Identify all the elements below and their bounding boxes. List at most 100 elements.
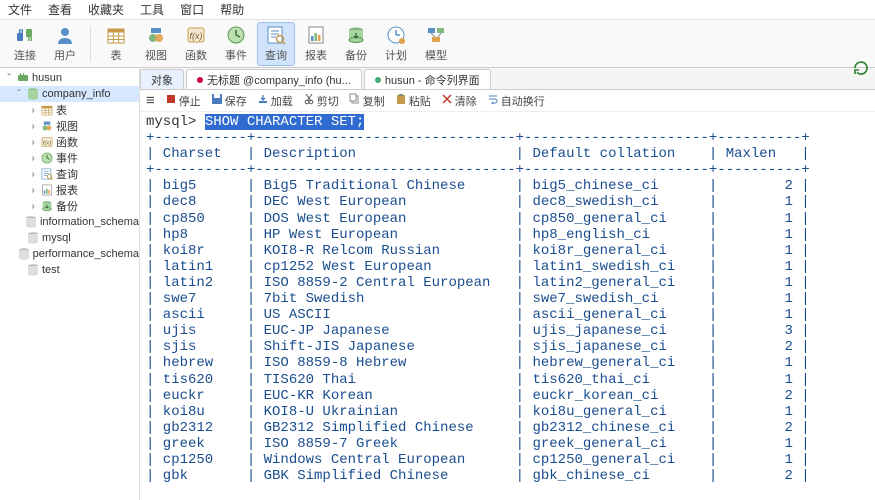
tree-label: 事件 — [56, 150, 78, 166]
toolbar-query-button[interactable]: 查询 — [257, 22, 295, 66]
tree-icon — [26, 87, 40, 101]
toolbar-label: 连接 — [14, 47, 36, 63]
tree-label: 表 — [56, 102, 67, 118]
expand-icon[interactable]: › — [28, 121, 38, 132]
paste-icon — [395, 93, 407, 108]
tree-icon — [17, 247, 31, 261]
action-load[interactable]: 加载 — [257, 93, 293, 109]
tree-icon — [24, 215, 38, 229]
expand-icon[interactable]: › — [28, 185, 38, 196]
report-icon — [305, 24, 327, 46]
expand-icon[interactable]: › — [28, 153, 38, 164]
tree-db-test[interactable]: test — [0, 262, 139, 278]
menu-工具[interactable]: 工具 — [140, 1, 164, 18]
action-copy[interactable]: 复制 — [349, 93, 385, 109]
action-save[interactable]: 保存 — [211, 93, 247, 109]
tree-icon — [40, 183, 54, 197]
action-clear[interactable]: 清除 — [441, 93, 477, 109]
tab-0[interactable]: 对象 — [140, 69, 184, 89]
tree-db-mysql[interactable]: mysql — [0, 230, 139, 246]
action-label: 清除 — [455, 93, 477, 109]
tree-db-information_schema[interactable]: information_schema — [0, 214, 139, 230]
tree-label: performance_schema — [33, 248, 139, 260]
tree-label: company_info — [42, 88, 111, 100]
menu-窗口[interactable]: 窗口 — [180, 1, 204, 18]
tab-2[interactable]: husun - 命令列界面 — [364, 69, 491, 89]
toolbar-separator — [90, 26, 91, 62]
action-cut[interactable]: 剪切 — [303, 93, 339, 109]
load-icon — [257, 93, 269, 108]
tab-label: husun - 命令列界面 — [385, 72, 480, 88]
view-icon — [145, 24, 167, 46]
model-icon — [425, 24, 447, 46]
expand-icon[interactable]: › — [28, 169, 38, 180]
menu-收藏夹[interactable]: 收藏夹 — [88, 1, 124, 18]
tree-db-performance_schema[interactable]: performance_schema — [0, 246, 139, 262]
tree-connection[interactable]: ˇhusun — [0, 70, 139, 86]
tree-icon — [40, 103, 54, 117]
backup-icon — [345, 24, 367, 46]
expand-icon[interactable]: › — [28, 137, 38, 148]
toolbar-event-button[interactable]: 事件 — [217, 22, 255, 66]
menu-查看[interactable]: 查看 — [48, 1, 72, 18]
toolbar-connection-button[interactable]: 连接 — [6, 22, 44, 66]
stop-icon — [165, 93, 177, 108]
toolbar-report-button[interactable]: 报表 — [297, 22, 335, 66]
toolbar-label: 用户 — [54, 47, 76, 63]
tree-label: information_schema — [40, 216, 139, 228]
action-stop[interactable]: 停止 — [165, 93, 201, 109]
wrap-icon — [487, 93, 499, 108]
toolbar-model-button[interactable]: 模型 — [417, 22, 455, 66]
tab-label: 对象 — [151, 72, 173, 88]
action-wrap[interactable]: 自动换行 — [487, 93, 545, 109]
tree-child-clock[interactable]: › 事件 — [0, 150, 139, 166]
toolbar-label: 查询 — [265, 47, 287, 63]
tree-label: 视图 — [56, 118, 78, 134]
refresh-icon[interactable] — [853, 60, 869, 76]
hamburger-icon[interactable]: ≡ — [146, 92, 155, 109]
tree-child-fx[interactable]: › f(x) 函数 — [0, 134, 139, 150]
sql-console[interactable]: mysql> SHOW CHARACTER SET; +-----------+… — [140, 112, 875, 500]
tree-icon: f(x) — [40, 135, 54, 149]
expand-icon[interactable]: › — [28, 201, 38, 212]
sched-icon — [385, 24, 407, 46]
clear-icon — [441, 93, 453, 108]
tree-icon — [40, 199, 54, 213]
tree-child-backup[interactable]: ›备份 — [0, 198, 139, 214]
action-label: 复制 — [363, 93, 385, 109]
tree-label: 报表 — [56, 182, 78, 198]
tree-child-query[interactable]: ›查询 — [0, 166, 139, 182]
menu-文件[interactable]: 文件 — [8, 1, 32, 18]
menu-帮助[interactable]: 帮助 — [220, 1, 244, 18]
tree-icon — [26, 263, 40, 277]
tree-icon — [40, 119, 54, 133]
save-icon — [211, 93, 223, 108]
svg-text:f(x): f(x) — [190, 31, 203, 41]
tab-strip: 对象无标题 @company_info (hu... husun - 命令列界面 — [140, 68, 875, 90]
tree-child-table[interactable]: ›表 — [0, 102, 139, 118]
toolbar-schedule-button[interactable]: 计划 — [377, 22, 415, 66]
tree-child-view[interactable]: › 视图 — [0, 118, 139, 134]
expand-icon[interactable]: ˇ — [4, 73, 14, 84]
tree-child-report[interactable]: › 报表 — [0, 182, 139, 198]
toolbar-function-button[interactable]: f(x)函数 — [177, 22, 215, 66]
toolbar-label: 事件 — [225, 47, 247, 63]
tree-label: 函数 — [56, 134, 78, 150]
copy-icon — [349, 93, 361, 108]
expand-icon[interactable]: › — [28, 105, 38, 116]
action-paste[interactable]: 粘贴 — [395, 93, 431, 109]
tree-label: mysql — [42, 232, 71, 244]
toolbar-user-button[interactable]: 用户 — [46, 22, 84, 66]
tree-icon — [40, 167, 54, 181]
svg-text:f(x): f(x) — [43, 141, 51, 147]
toolbar-backup-button[interactable]: 备份 — [337, 22, 375, 66]
sql-command: SHOW CHARACTER SET; — [205, 114, 365, 130]
tab-1[interactable]: 无标题 @company_info (hu... — [186, 69, 362, 89]
toolbar-table-button[interactable]: 表 — [97, 22, 135, 66]
toolbar-label: 报表 — [305, 47, 327, 63]
tree-db-company[interactable]: ˇ company_info — [0, 86, 139, 102]
sidebar-tree[interactable]: ˇhusunˇcompany_info›表›视图›f(x)函数›事件›查询›报表… — [0, 68, 140, 500]
toolbar-view-button[interactable]: 视图 — [137, 22, 175, 66]
expand-icon[interactable]: ˇ — [14, 89, 24, 100]
action-label: 自动换行 — [501, 93, 545, 109]
